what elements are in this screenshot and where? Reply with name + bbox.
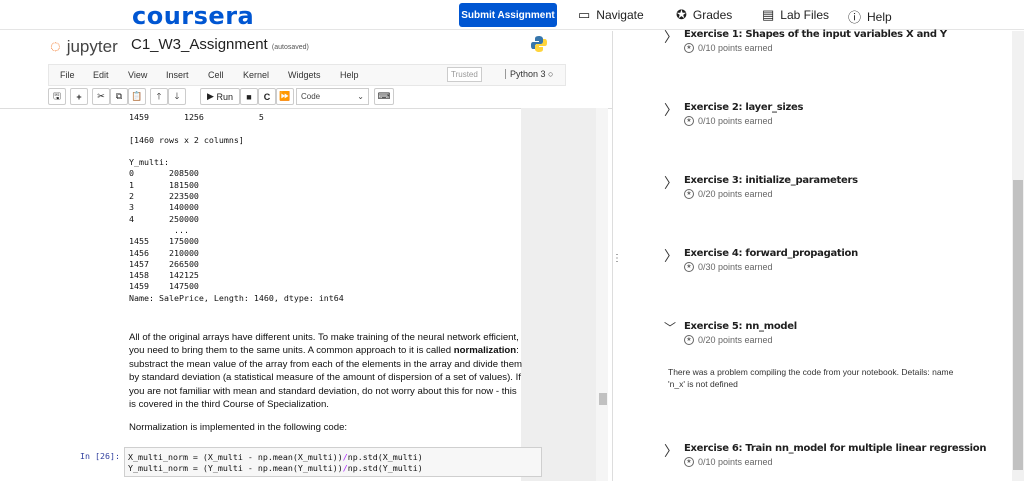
jupyter-logo[interactable]: ◌ jupyter — [50, 36, 118, 57]
menu-widgets[interactable]: Widgets — [288, 70, 321, 80]
chevron-right-icon: 〉 — [664, 248, 678, 264]
star-badge-icon: ★ — [684, 43, 694, 53]
chevron-down-icon: ⌄ — [357, 92, 364, 101]
paste-icon[interactable]: 📋 — [128, 88, 146, 105]
submit-assignment-button[interactable]: Submit Assignment — [459, 3, 557, 27]
menu-file[interactable]: File — [60, 70, 75, 80]
star-badge-icon: ★ — [684, 116, 694, 126]
cell-output: 1459 1256 5 [1460 rows x 2 columns] Y_mu… — [129, 112, 344, 303]
input-prompt: In [26]: — [80, 451, 120, 461]
cell-type-select[interactable]: Code ⌄ — [296, 88, 369, 105]
chevron-right-icon: 〉 — [664, 102, 678, 118]
markdown-cell: All of the original arrays have differen… — [129, 332, 523, 411]
menu-edit[interactable]: Edit — [93, 70, 109, 80]
chevron-right-icon: 〉 — [664, 443, 678, 459]
star-badge-icon: ★ — [684, 457, 694, 467]
add-cell-icon[interactable]: + — [70, 88, 88, 105]
keyboard-icon[interactable]: ⌨ — [374, 88, 394, 105]
menu-view[interactable]: View — [128, 70, 147, 80]
save-icon[interactable]: 🖫 — [48, 88, 66, 105]
chevron-down-icon: ﹀ — [664, 321, 677, 335]
star-badge-icon: ★ — [684, 189, 694, 199]
chevron-right-icon: 〉 — [664, 175, 678, 191]
autosave-status: (autosaved) — [271, 44, 309, 51]
move-down-icon[interactable]: 🡓 — [168, 88, 186, 105]
fast-forward-icon[interactable]: ⏩ — [276, 88, 294, 105]
star-badge-icon: ★ — [684, 335, 694, 345]
kernel-indicator: Python 3 ○ — [505, 69, 553, 79]
file-icon: ▤ — [762, 7, 775, 22]
run-button[interactable]: ▶ Run — [200, 88, 240, 105]
jupyter-orb-icon: ◌ — [50, 36, 61, 56]
python-logo-icon — [531, 36, 547, 52]
markdown-text: Normalization is implemented in the foll… — [129, 422, 348, 433]
stop-icon[interactable]: ■ — [240, 88, 258, 105]
cut-icon[interactable]: ✂ — [92, 88, 110, 105]
error-message: There was a problem compiling the code f… — [668, 367, 954, 389]
menu-help[interactable]: Help — [340, 70, 359, 80]
trusted-badge[interactable]: Trusted — [447, 67, 482, 82]
chevron-right-icon: 〉 — [664, 29, 678, 45]
help-button[interactable]: ⓘ Help — [848, 7, 892, 26]
window-icon: ▭ — [578, 7, 591, 22]
menu-cell[interactable]: Cell — [208, 70, 224, 80]
grader-scrollbar-thumb[interactable] — [1013, 180, 1023, 470]
kernel-idle-icon: ○ — [548, 69, 554, 79]
restart-icon[interactable]: C — [258, 88, 276, 105]
lab-files-button[interactable]: ▤ Lab Files — [762, 7, 829, 23]
notebook-scrollbar[interactable] — [596, 108, 608, 481]
star-badge-icon: ★ — [684, 262, 694, 272]
grades-button[interactable]: ✪ Grades — [676, 7, 732, 23]
notebook-margin — [521, 108, 596, 481]
menu-kernel[interactable]: Kernel — [243, 70, 269, 80]
move-up-icon[interactable]: 🡑 — [150, 88, 168, 105]
star-badge-icon: ✪ — [676, 7, 687, 22]
coursera-logo[interactable]: coursera — [132, 2, 254, 30]
notebook-scrollbar-thumb[interactable] — [599, 393, 607, 405]
menu-insert[interactable]: Insert — [166, 70, 189, 80]
navigate-button[interactable]: ▭ Navigate — [578, 7, 644, 23]
code-cell[interactable]: X_multi_norm = (X_multi - np.mean(X_mult… — [124, 447, 542, 477]
help-icon: ⓘ — [848, 10, 862, 25]
notebook-title[interactable]: C1_W3_Assignment (autosaved) — [131, 36, 309, 53]
copy-icon[interactable]: ⧉ — [110, 88, 128, 105]
